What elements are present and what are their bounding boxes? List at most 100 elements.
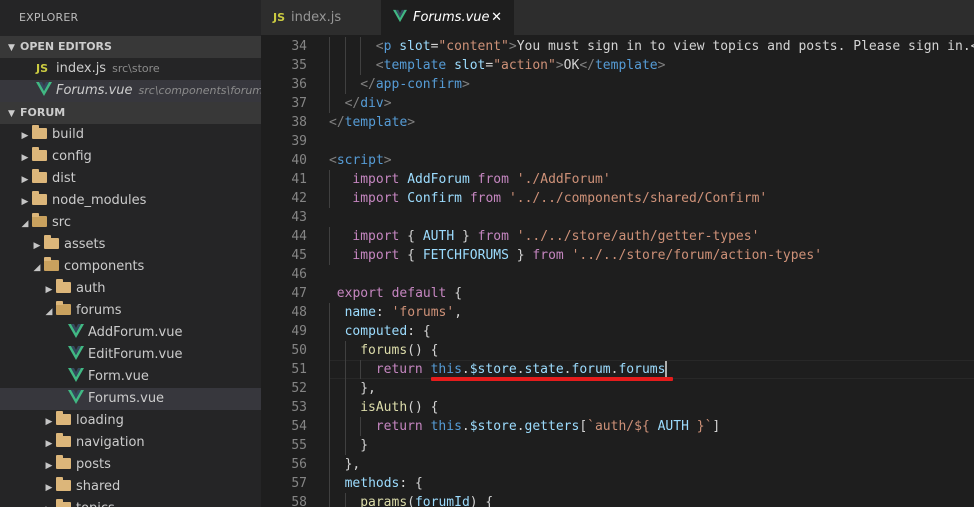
code-token: import xyxy=(352,229,400,244)
chevron-right-icon[interactable]: ▶ xyxy=(44,411,54,433)
tree-item-navigation[interactable]: ▶ navigation xyxy=(0,432,261,454)
tree-item-build[interactable]: ▶ build xyxy=(0,124,261,146)
code-line: isAuth() { xyxy=(360,398,438,417)
tree-item-shared[interactable]: ▶ shared xyxy=(0,476,261,498)
tree-item-label: node_modules xyxy=(52,193,147,208)
open-editor-forums-vue[interactable]: Forums.vue src\components\forums xyxy=(0,80,261,102)
tree-item-addforum-vue[interactable]: AddForum.vue xyxy=(0,322,261,344)
chevron-right-icon[interactable]: ▶ xyxy=(44,499,54,507)
tree-item-label: Form.vue xyxy=(88,369,149,384)
code-token: </ xyxy=(579,58,595,73)
indent-guide xyxy=(329,379,330,398)
chevron-right-icon[interactable]: ▶ xyxy=(20,125,30,147)
code-token: $store xyxy=(469,419,517,434)
tree-item-src[interactable]: ◢ src xyxy=(0,212,261,234)
open-editors-header[interactable]: ▼ OPEN EDITORS xyxy=(0,36,261,58)
indent-guide xyxy=(344,379,346,398)
chevron-right-icon[interactable]: ▶ xyxy=(32,235,42,257)
code-token: isAuth xyxy=(360,400,408,415)
vue-file-icon xyxy=(393,9,407,23)
code-token: this xyxy=(430,362,462,377)
code-area[interactable]: <p slot="content">You must sign in to vi… xyxy=(329,35,974,507)
line-number: 47 xyxy=(291,286,307,301)
code-token: > xyxy=(657,58,666,73)
line-number: 46 xyxy=(291,267,307,282)
chevron-right-icon[interactable]: ▶ xyxy=(44,477,54,499)
folder-icon xyxy=(56,279,71,293)
code-token: name xyxy=(344,305,376,320)
code-line: export default { xyxy=(337,284,462,303)
code-token: computed xyxy=(344,324,408,339)
tree-item-label: AddForum.vue xyxy=(88,325,183,340)
chevron-right-icon[interactable]: ▶ xyxy=(20,147,30,169)
chevron-right-icon[interactable]: ▶ xyxy=(20,169,30,191)
chevron-down-icon[interactable]: ◢ xyxy=(32,257,42,279)
open-editor-index-js[interactable]: JS index.js src\store xyxy=(0,58,261,80)
line-number: 52 xyxy=(291,381,307,396)
code-token: { xyxy=(446,286,463,301)
tree-item-forums-vue[interactable]: Forums.vue xyxy=(0,388,261,410)
code-token: () { xyxy=(407,400,439,415)
project-header[interactable]: ▼ FORUM xyxy=(0,102,261,124)
tree-item-loading[interactable]: ▶ loading xyxy=(0,410,261,432)
code-line: </app-confirm> xyxy=(360,75,470,94)
indent-guide xyxy=(329,170,330,189)
folder-icon xyxy=(44,235,59,249)
code-token: . xyxy=(461,362,470,377)
tree-item-topics[interactable]: ▶ topics xyxy=(0,498,261,507)
indent-guide xyxy=(344,493,346,507)
tree-item-node-modules[interactable]: ▶ node_modules xyxy=(0,190,261,212)
tree-item-posts[interactable]: ▶ posts xyxy=(0,454,261,476)
tree-item-config[interactable]: ▶ config xyxy=(0,146,261,168)
code-token: `auth/${ xyxy=(587,419,658,434)
tree-item-dist[interactable]: ▶ dist xyxy=(0,168,261,190)
indent-guide xyxy=(329,303,330,322)
tree-item-forums[interactable]: ◢ forums xyxy=(0,300,261,322)
code-token: params xyxy=(360,495,408,507)
indent-guide xyxy=(329,75,330,94)
code-token: slot xyxy=(399,39,431,54)
code-line: return this.$store.getters[`auth/${ AUTH… xyxy=(376,417,720,436)
code-token: } xyxy=(360,438,369,453)
tab-index-js[interactable]: JS index.js xyxy=(261,0,381,35)
indent-guide xyxy=(329,474,330,493)
tab-forums-vue[interactable]: Forums.vue ✕ xyxy=(381,0,514,35)
chevron-right-icon[interactable]: ▶ xyxy=(44,455,54,477)
indent-guide xyxy=(329,417,330,436)
close-icon[interactable]: ✕ xyxy=(491,0,502,35)
tree-item-label: topics xyxy=(76,501,115,507)
code-token: '../../store/forum/action-types' xyxy=(571,248,823,263)
code-line: }, xyxy=(360,379,376,398)
tree-item-editforum-vue[interactable]: EditForum.vue xyxy=(0,344,261,366)
folder-icon xyxy=(32,191,47,205)
line-number: 35 xyxy=(291,58,307,73)
code-editor[interactable]: 34 35 36 37 38 39 40 41 42 43 44 45 46 47 48 49 50 51 52 53… xyxy=(261,35,974,507)
chevron-right-icon[interactable]: ▶ xyxy=(44,279,54,301)
tree-item-form-vue[interactable]: Form.vue xyxy=(0,366,261,388)
code-token: > xyxy=(383,153,392,168)
caret-down-icon: ▼ xyxy=(8,43,15,53)
chevron-right-icon[interactable]: ▶ xyxy=(44,433,54,455)
tree-item-components[interactable]: ◢ components xyxy=(0,256,261,278)
chevron-right-icon[interactable]: ▶ xyxy=(20,191,30,213)
indent-guide xyxy=(329,246,330,265)
code-token: </ xyxy=(344,96,361,111)
code-token: . xyxy=(516,362,525,377)
tree-item-assets[interactable]: ▶ assets xyxy=(0,234,261,256)
code-token: [ xyxy=(579,419,588,434)
code-token: import xyxy=(352,248,400,263)
code-token: template xyxy=(383,58,447,73)
tree-item-auth[interactable]: ▶ auth xyxy=(0,278,261,300)
chevron-down-icon[interactable]: ◢ xyxy=(44,301,54,323)
open-editors-label: OPEN EDITORS xyxy=(20,40,112,53)
code-line: </div> xyxy=(345,94,392,113)
line-number: 43 xyxy=(291,210,307,225)
indent-guide xyxy=(329,398,330,417)
folder-icon xyxy=(56,499,71,507)
chevron-down-icon[interactable]: ◢ xyxy=(20,213,30,235)
open-editor-path: src\store xyxy=(112,62,160,75)
